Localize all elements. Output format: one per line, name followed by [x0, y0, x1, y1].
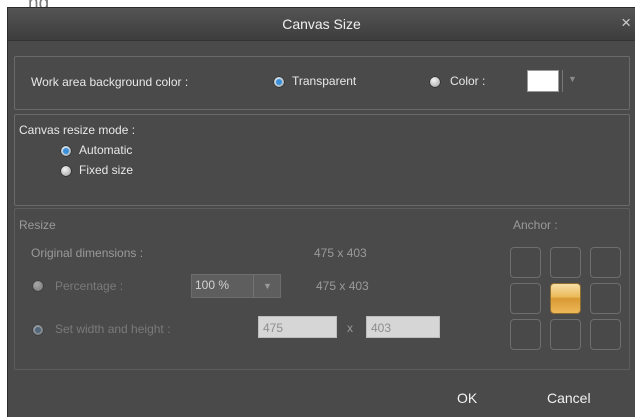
percentage-radio[interactable] [32, 280, 44, 292]
set-width-height-radio[interactable] [32, 324, 44, 336]
set-width-height-label: Set width and height : [55, 322, 171, 336]
close-icon[interactable]: × [621, 13, 631, 33]
color-swatch[interactable] [527, 70, 559, 92]
anchor-center[interactable] [550, 283, 581, 314]
color-radio[interactable] [429, 76, 441, 88]
anchor-top-center[interactable] [550, 247, 581, 278]
transparent-label[interactable]: Transparent [292, 74, 356, 88]
automatic-radio[interactable] [60, 145, 72, 157]
percentage-value: 100 % [195, 278, 230, 292]
anchor-bottom-center[interactable] [550, 319, 581, 350]
width-input[interactable]: 475 [258, 316, 337, 338]
percentage-label: Percentage : [55, 279, 124, 293]
resize-mode-label: Canvas resize mode : [19, 123, 136, 137]
dialog-title: Canvas Size [282, 16, 361, 32]
anchor-top-right[interactable] [590, 247, 621, 278]
original-dimensions-value: 475 x 403 [314, 246, 367, 260]
title-bar[interactable]: Canvas Size × [8, 8, 635, 41]
original-dimensions-label: Original dimensions : [31, 246, 144, 260]
height-input[interactable]: 403 [366, 316, 440, 338]
work-area-label: Work area background color : [31, 75, 189, 89]
anchor-label: Anchor : [513, 218, 558, 232]
transparent-radio[interactable] [273, 76, 285, 88]
resize-label: Resize [19, 218, 56, 232]
chevron-down-icon[interactable]: ▼ [568, 74, 577, 84]
fixed-size-label[interactable]: Fixed size [79, 163, 133, 177]
anchor-bottom-right[interactable] [590, 319, 621, 350]
cancel-button[interactable]: Cancel [547, 390, 591, 406]
swatch-divider [562, 70, 563, 92]
percentage-result: 475 x 403 [316, 279, 369, 293]
combo-divider [253, 275, 254, 297]
automatic-label[interactable]: Automatic [79, 143, 132, 157]
canvas-size-dialog: Canvas Size × Work area background color… [8, 8, 635, 417]
chevron-down-icon[interactable]: ▼ [263, 281, 272, 291]
fixed-size-radio[interactable] [60, 165, 72, 177]
anchor-middle-left[interactable] [510, 283, 541, 314]
percentage-select[interactable]: 100 % ▼ [191, 274, 281, 298]
color-label[interactable]: Color : [450, 74, 485, 88]
anchor-bottom-left[interactable] [510, 319, 541, 350]
anchor-middle-right[interactable] [590, 283, 621, 314]
ok-button[interactable]: OK [457, 390, 477, 406]
anchor-top-left[interactable] [510, 247, 541, 278]
dimension-separator: x [347, 321, 353, 335]
